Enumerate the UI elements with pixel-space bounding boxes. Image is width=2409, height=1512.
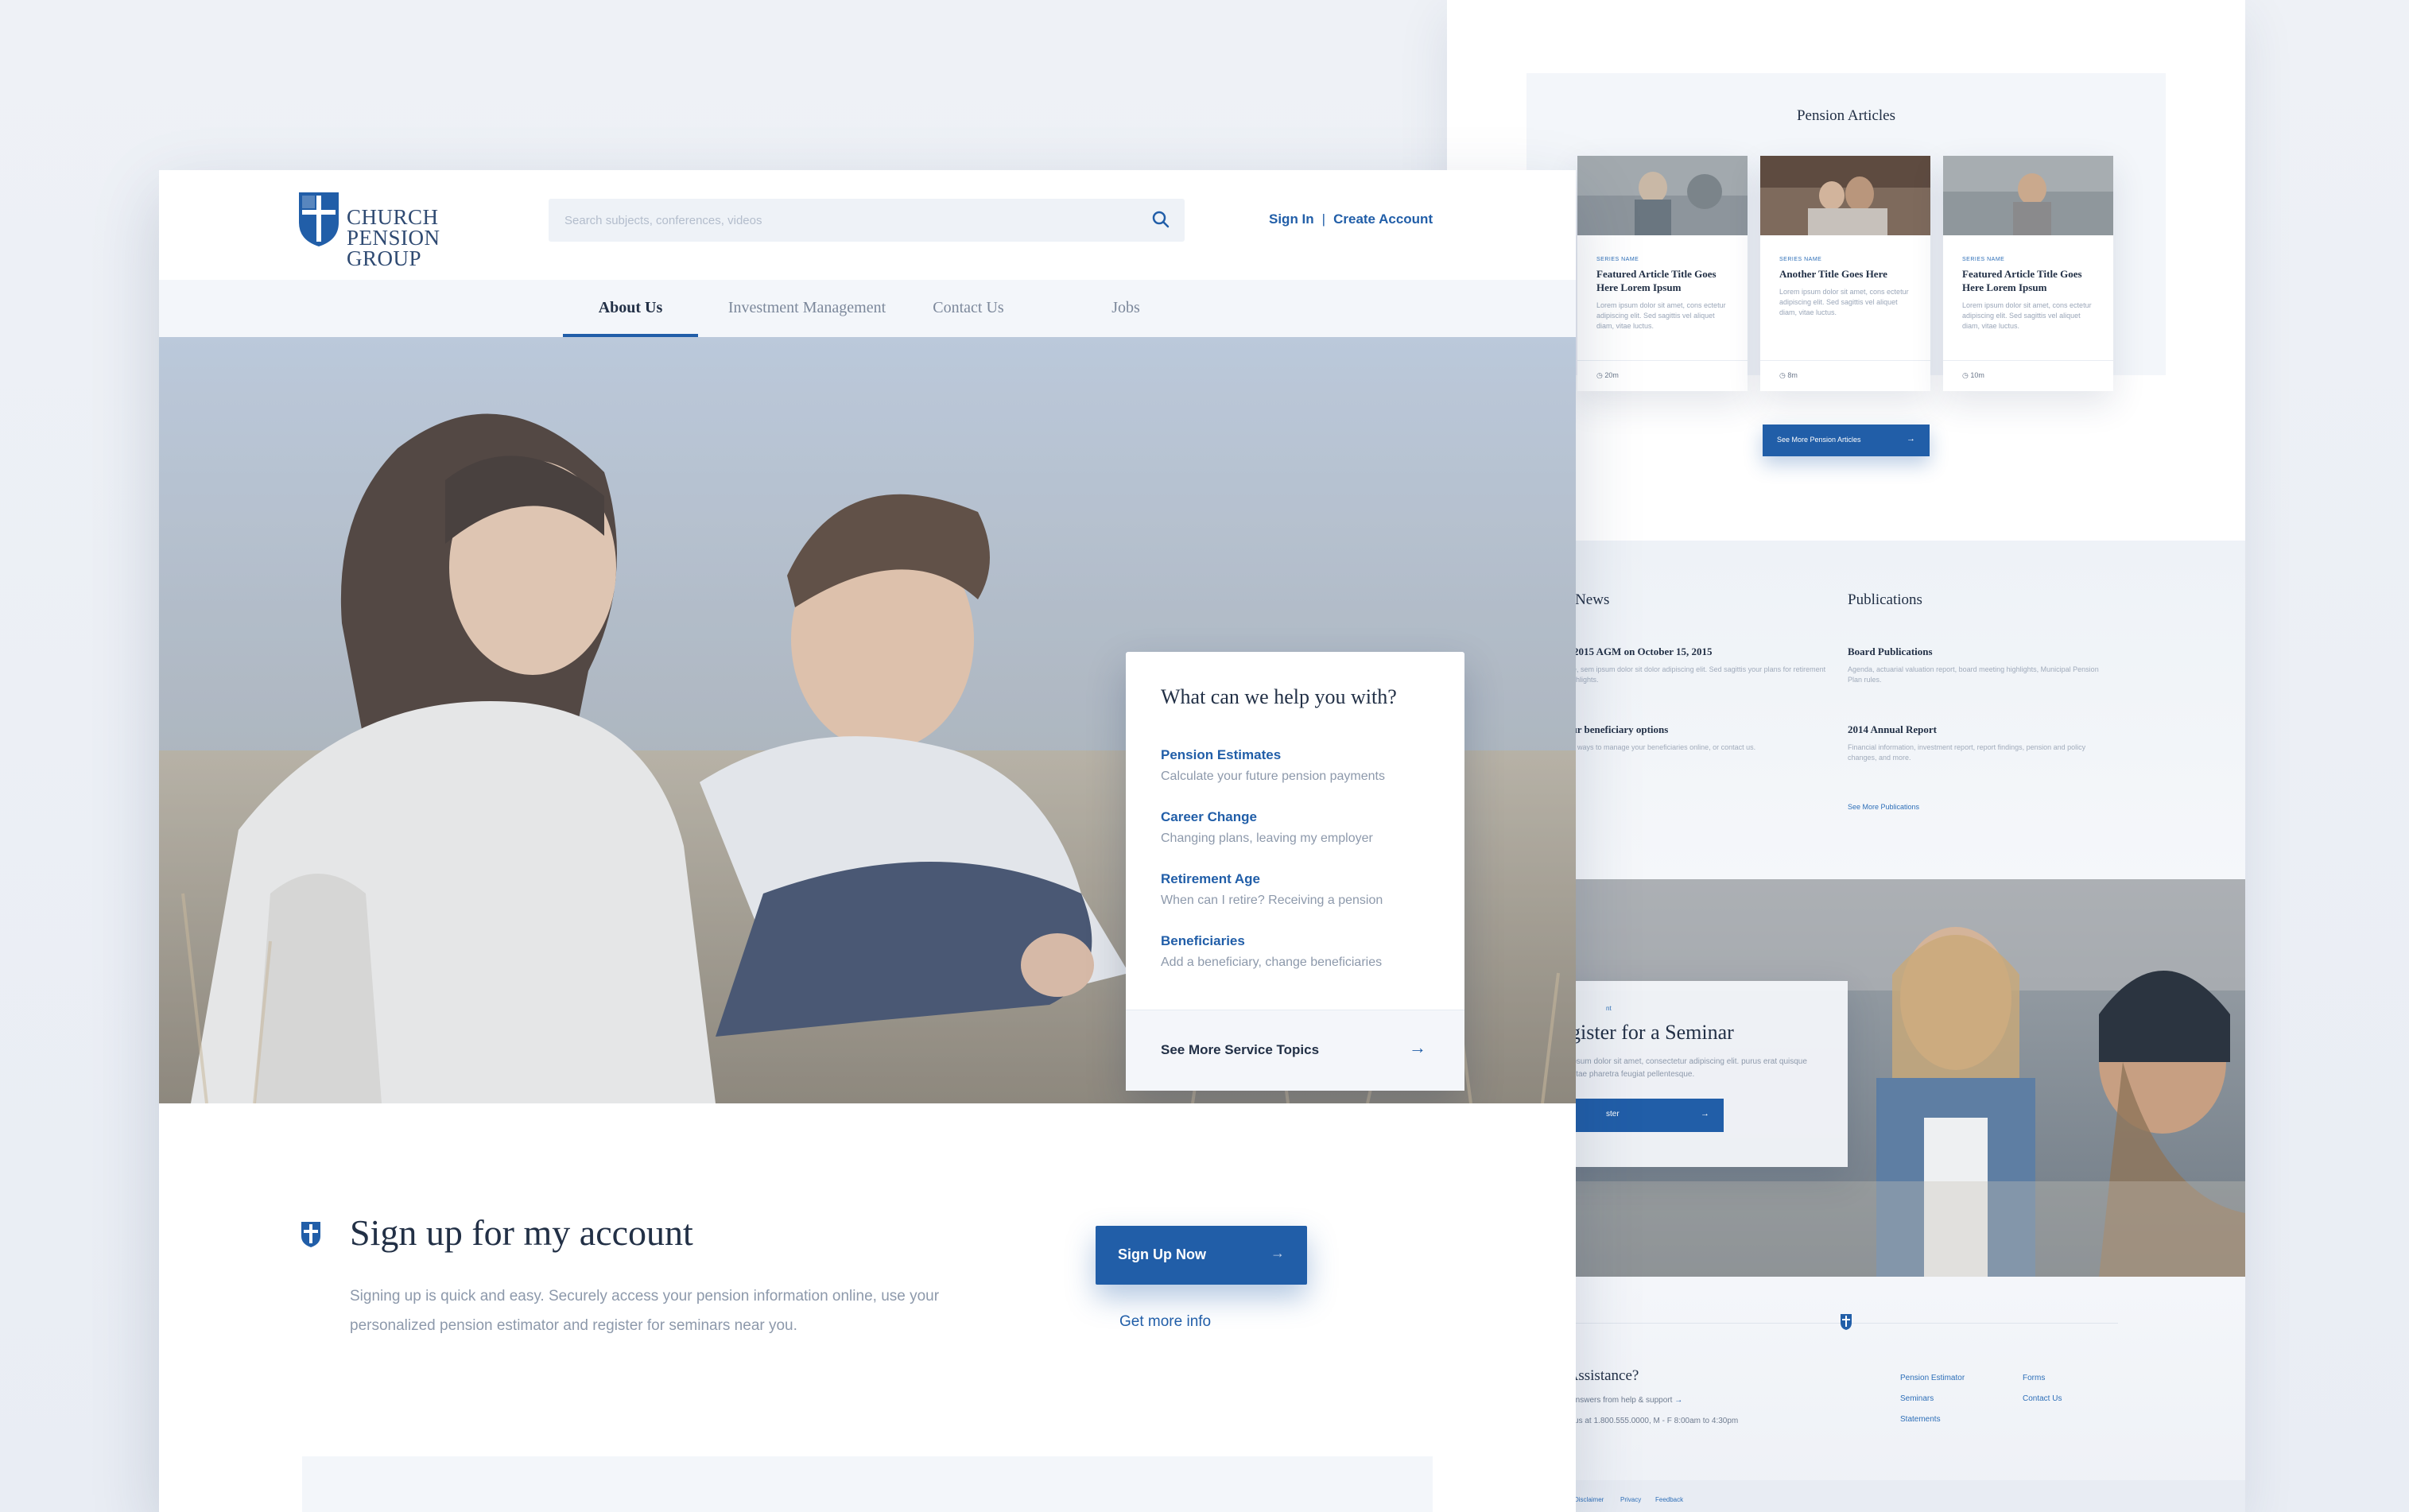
nav-contact-us[interactable]: Contact Us [921,280,1016,337]
shield-icon [1841,1314,1852,1330]
publication-item-text: Agenda, actuarial valuation report, boar… [1848,665,2099,684]
next-section-strip [302,1456,1433,1512]
article-tag: SERIES NAME [1779,257,1822,262]
article-time: ◷ 20m [1596,371,1619,379]
help-item-desc: Add a beneficiary, change beneficiaries [1161,956,1383,969]
arrow-right-icon: → [1409,1037,1426,1057]
help-item-career-change[interactable]: Career Change Changing plans, leaving my… [1161,809,1439,846]
privacy-link[interactable]: Privacy [1620,1496,1641,1503]
arrow-right-icon: → [1907,434,1915,444]
see-more-publications-link[interactable]: See More Publications [1848,803,1919,811]
footer-link[interactable]: Seminars [1900,1394,1934,1403]
article-title[interactable]: Featured Article Title Goes Here Lorem I… [1962,267,2096,294]
help-item-title[interactable]: Career Change [1161,809,1439,825]
article-tag: SERIES NAME [1596,257,1639,262]
help-item-desc: Calculate your future pension payments [1161,770,1385,783]
arrow-right-icon: → [1270,1245,1285,1261]
search-bar[interactable] [549,199,1185,242]
logo-shield-icon [299,192,339,246]
register-seminar-button[interactable]: ster → [1574,1099,1724,1132]
help-item-title[interactable]: Pension Estimates [1161,747,1439,763]
footer-link[interactable]: Forms [2023,1374,2045,1382]
sign-up-now-label: Sign Up Now [1118,1246,1206,1262]
news-item-title[interactable]: e 2015 AGM on October 15, 2015 [1566,646,1713,658]
arrow-right-icon: → [1701,1109,1709,1118]
article-card[interactable]: SERIES NAME Featured Article Title Goes … [1577,156,1748,391]
help-item-beneficiaries[interactable]: Beneficiaries Add a beneficiary, change … [1161,933,1439,970]
nav-investment-management[interactable]: Investment Management [716,280,898,337]
disclaimer-link[interactable]: Disclaimer [1574,1496,1604,1503]
article-tag: SERIES NAME [1962,257,2005,262]
search-icon[interactable] [1151,210,1170,229]
article-time: ◷ 8m [1779,371,1798,379]
arrow-right-icon: → [1674,1396,1683,1405]
nav-about-us[interactable]: About Us [563,280,698,337]
help-item-retirement-age[interactable]: Retirement Age When can I retire? Receiv… [1161,871,1439,908]
feedback-link[interactable]: Feedback [1655,1496,1683,1503]
see-more-service-topics[interactable]: See More Service Topics → [1126,1010,1464,1091]
article-text: Lorem ipsum dolor sit amet, cons ectetur… [1962,301,2092,330]
article-image [1943,156,2113,235]
article-card[interactable]: SERIES NAME Featured Article Title Goes … [1943,156,2113,391]
news-item-title[interactable]: our beneficiary options [1566,723,1668,736]
signup-title: Sign up for my account [350,1212,693,1253]
assistance-contact: ontact us at 1.800.555.0000, M - F 8:00a… [1550,1417,1739,1425]
footer-link[interactable]: Statements [1900,1415,1941,1424]
help-item-pension-estimates[interactable]: Pension Estimates Calculate your future … [1161,747,1439,784]
sign-in-link[interactable]: Sign In [1269,211,1314,227]
seminar-text: ipsum dolor sit amet, consectetur adipis… [1570,1057,1807,1079]
help-item-title[interactable]: Retirement Age [1161,871,1439,887]
article-text: Lorem ipsum dolor sit amet, cons ectetur… [1596,301,1726,330]
article-card[interactable]: SERIES NAME Another Title Goes Here Lore… [1760,156,1930,391]
footer-link[interactable]: Contact Us [2023,1394,2062,1403]
auth-links: Sign In | Create Account [1269,211,1433,227]
help-item-desc: Changing plans, leaving my employer [1161,832,1373,845]
logo-text: CHURCH PENSION GROUP [347,205,440,270]
divider [1577,360,1748,361]
clock-icon: ◷ [1962,371,1971,379]
articles-title: Pension Articles [1796,107,1896,124]
see-more-articles-button[interactable]: See More Pension Articles → [1763,425,1930,456]
publication-item-text: Financial information, investment report… [1848,743,2086,762]
create-account-link[interactable]: Create Account [1333,211,1433,227]
main-page: CHURCH PENSION GROUP Sign In | Create Acco… [159,170,1576,1512]
article-time: ◷ 10m [1962,371,1984,379]
nav-jobs[interactable]: Jobs [1094,280,1158,337]
main-nav: About Us Investment Management Contact U… [159,280,1576,337]
publication-item-title[interactable]: Board Publications [1848,646,1933,658]
news-item-text: ew ways to manage your beneficiaries onl… [1566,743,1756,751]
article-title[interactable]: Featured Article Title Goes Here Lorem I… [1596,267,1730,294]
help-item-title[interactable]: Beneficiaries [1161,933,1439,949]
clock-icon: ◷ [1596,371,1605,379]
news-item-text: ore, sem ipsum dolor sit dolor adipiscin… [1566,665,1826,684]
signup-description: Signing up is quick and easy. Securely a… [350,1288,940,1334]
seminar-title: gister for a Seminar [1570,1021,1734,1044]
footer-link[interactable]: Pension Estimator [1900,1374,1965,1382]
help-title: What can we help you with? [1161,685,1397,708]
help-card: What can we help you with? Pension Estim… [1126,652,1464,1091]
clock-icon: ◷ [1779,371,1788,379]
seminar-eyebrow: nt [1606,1005,1612,1012]
publication-item-title[interactable]: 2014 Annual Report [1848,723,1937,736]
article-image [1760,156,1930,235]
sign-up-now-button[interactable]: Sign Up Now → [1096,1226,1307,1285]
publications-title: Publications [1848,591,1922,608]
divider [1943,360,2113,361]
article-text: Lorem ipsum dolor sit amet, cons ectetur… [1779,288,1909,316]
divider [1760,360,1930,361]
article-image [1577,156,1748,235]
article-title[interactable]: Another Title Goes Here [1779,267,1913,281]
get-more-info-link[interactable]: Get more info [1119,1313,1211,1331]
see-more-service-topics-label: See More Service Topics [1161,1042,1320,1057]
shield-icon [301,1222,320,1247]
search-input[interactable] [564,210,1121,231]
church-pension-group-logo[interactable]: CHURCH PENSION GROUP [297,191,512,269]
hero: What can we help you with? Pension Estim… [159,337,1576,1103]
help-item-desc: When can I retire? Receiving a pension [1161,894,1383,907]
auth-separator: | [1321,211,1326,227]
